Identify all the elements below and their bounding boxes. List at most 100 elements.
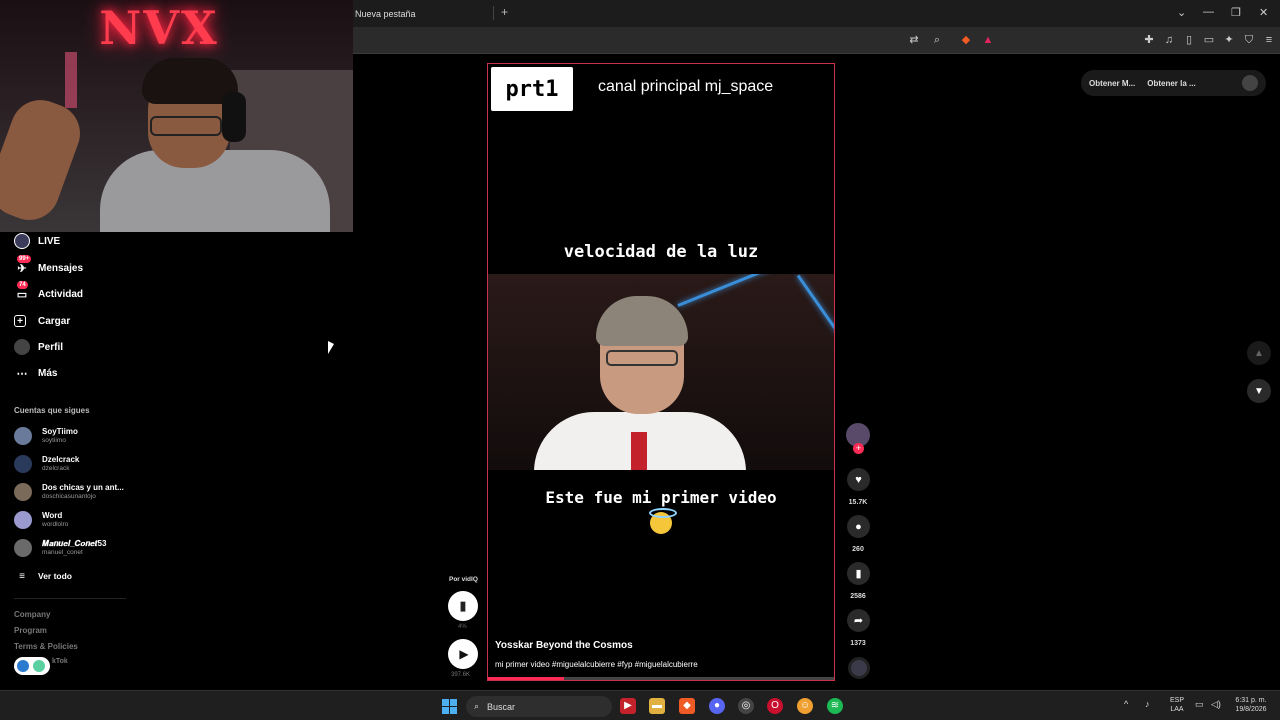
channel-text: canal principal mj_space bbox=[598, 78, 774, 95]
following-item[interactable]: Word wordlolro bbox=[14, 509, 68, 531]
messages-icon: ✈ 99+ bbox=[17, 255, 32, 275]
restore-button[interactable]: ❐ bbox=[1231, 6, 1241, 19]
sidebar-item-upload[interactable]: + Cargar bbox=[14, 310, 70, 332]
brave-rewards-icon[interactable]: ▲ bbox=[981, 33, 995, 47]
see-all-following[interactable]: ≡ Ver todo bbox=[14, 565, 72, 587]
following-name: Dos chicas y un ant... bbox=[42, 483, 124, 492]
sidebar-toggle-icon[interactable]: ▯ bbox=[1182, 33, 1196, 47]
save-button[interactable]: ▮ bbox=[847, 562, 870, 585]
close-window-button[interactable]: ✕ bbox=[1259, 6, 1268, 19]
clock-time: 6:31 p. m. bbox=[1235, 697, 1267, 704]
clock[interactable]: 6:31 p. m. 19/8/2026 bbox=[1228, 696, 1274, 714]
leo-icon[interactable]: ✦ bbox=[1222, 33, 1236, 47]
file-explorer-icon[interactable]: ▬ bbox=[649, 698, 665, 714]
new-tab-button[interactable]: + bbox=[501, 5, 508, 19]
divider bbox=[14, 598, 126, 599]
spotify-icon[interactable]: ≋ bbox=[827, 698, 843, 714]
caption-top: velocidad de la luz bbox=[563, 242, 759, 262]
footer-link-program[interactable]: Program bbox=[14, 626, 47, 635]
microphone-icon[interactable]: ♪ bbox=[1145, 699, 1150, 709]
following-item[interactable]: Dzelcrack dzelcrack bbox=[14, 453, 79, 475]
video-progress-bar[interactable] bbox=[488, 677, 834, 680]
brave-browser-icon[interactable]: ◆ bbox=[679, 698, 695, 714]
brave-shield-icon[interactable]: ◆ bbox=[959, 33, 973, 47]
previous-video-button[interactable]: ▲ bbox=[1247, 341, 1271, 365]
following-name: Dzelcrack bbox=[42, 455, 80, 464]
more-icon: ⋯ bbox=[16, 367, 28, 380]
music-disc-icon[interactable] bbox=[848, 657, 870, 679]
tray-chevron-icon[interactable]: ^ bbox=[1124, 699, 1128, 709]
footer-link-company[interactable]: Company bbox=[14, 610, 50, 619]
footer-copyright: kTok bbox=[52, 658, 68, 665]
video-author[interactable]: Yosskar Beyond the Cosmos bbox=[495, 640, 633, 651]
zoom-icon[interactable]: ⌕ bbox=[930, 33, 944, 47]
activity-icon: ▭ 74 bbox=[16, 281, 28, 301]
search-icon: ⌕ bbox=[474, 701, 480, 711]
vidiq-stats-button[interactable]: ▮ bbox=[448, 591, 478, 621]
minimize-button[interactable]: — bbox=[1203, 6, 1214, 18]
user-avatar[interactable] bbox=[1242, 75, 1258, 91]
extension-widget[interactable] bbox=[14, 657, 50, 675]
sidebar-item-profile[interactable]: Perfil bbox=[14, 336, 63, 358]
video-player[interactable]: prt1 canal principal mj_space velocidad … bbox=[487, 63, 835, 681]
speaker-hair bbox=[596, 296, 688, 346]
windows-start-icon[interactable] bbox=[442, 699, 457, 714]
chat-app-icon[interactable]: ☺ bbox=[797, 698, 813, 714]
vpn-shield-icon[interactable]: ⛉ bbox=[1242, 33, 1256, 47]
sidebar: LIVE ✈ 99+ Mensajes ▭ 74 Actividad + Carga… bbox=[0, 232, 140, 688]
wallet-icon[interactable]: ▭ bbox=[1202, 33, 1216, 47]
language-indicator[interactable]: ESP LAA bbox=[1166, 696, 1188, 714]
extensions-icon[interactable]: ✚ bbox=[1142, 33, 1156, 47]
translate-icon[interactable]: ⇄ bbox=[907, 33, 921, 47]
following-handle: wordlolro bbox=[42, 521, 69, 528]
tab-title: Nueva pestaña bbox=[355, 9, 416, 19]
browser-tab[interactable]: Nueva pestaña bbox=[353, 4, 493, 25]
windows-taskbar: ⌕ Buscar ▶ ▬ ◆ ● ◎ O ☺ ≋ ^ ♪ ESP LAA ▭ ◁… bbox=[0, 690, 1280, 720]
live-icon bbox=[14, 233, 30, 249]
extension-icon bbox=[17, 660, 29, 672]
following-section-title: Cuentas que sigues bbox=[14, 406, 90, 415]
volume-icon[interactable]: ◁) bbox=[1211, 699, 1221, 710]
footer-link-terms[interactable]: Terms & Policies bbox=[14, 642, 78, 651]
discord-icon[interactable]: ● bbox=[709, 698, 725, 714]
following-item[interactable]: SoyTiimo soytiimo bbox=[14, 425, 78, 447]
tab-list-chevron-icon[interactable]: ⌄ bbox=[1177, 6, 1186, 19]
sidebar-item-activity[interactable]: ▭ 74 Actividad bbox=[14, 281, 83, 305]
get-app-mobile-link[interactable]: Obtener la ... bbox=[1147, 79, 1195, 88]
following-handle: soytiimo bbox=[42, 437, 66, 444]
share-icon: ➦ bbox=[853, 615, 864, 627]
chevron-down-icon: ▼ bbox=[1254, 385, 1264, 397]
bar-chart-icon: ▮ bbox=[459, 598, 467, 613]
language-code: ESP bbox=[1169, 697, 1184, 704]
following-item[interactable]: 𝑴𝒂𝒏𝒖𝒆𝒍_𝑪𝒐𝒏𝒆𝒕53 manuel_conet bbox=[14, 537, 106, 559]
list-icon: ≡ bbox=[19, 570, 25, 582]
comment-button[interactable]: ● bbox=[847, 515, 870, 538]
network-icon[interactable]: ▭ bbox=[1195, 699, 1204, 710]
opera-icon[interactable]: O bbox=[767, 698, 783, 714]
extension-icon bbox=[33, 660, 45, 672]
headset bbox=[222, 92, 246, 142]
app-icon[interactable]: ◎ bbox=[738, 698, 754, 714]
share-button[interactable]: ➦ bbox=[847, 609, 870, 632]
sidebar-item-live[interactable]: LIVE bbox=[14, 230, 60, 252]
keyboard-layout: LAA bbox=[1170, 706, 1184, 713]
following-item[interactable]: Dos chicas y un ant... doschicasunantojo bbox=[14, 481, 124, 503]
sidebar-item-more[interactable]: ⋯ Más bbox=[14, 362, 58, 384]
play-button[interactable]: ▶ bbox=[448, 639, 478, 669]
next-video-button[interactable]: ▼ bbox=[1247, 379, 1271, 403]
mouse-cursor bbox=[328, 341, 334, 354]
browser-toolbar: ⇄ ⌕ ◆ ▲ ✚ ♫ ▯ ▭ ✦ ⛉ ≡ bbox=[353, 27, 1280, 54]
following-handle: manuel_conet bbox=[42, 549, 83, 556]
video-description[interactable]: mi primer video #miguelalcubierre #fyp #… bbox=[495, 660, 698, 669]
menu-icon[interactable]: ≡ bbox=[1262, 33, 1276, 47]
sidebar-item-messages[interactable]: ✈ 99+ Mensajes bbox=[14, 255, 83, 279]
taskbar-search-label: Buscar bbox=[487, 701, 516, 712]
comment-icon: ● bbox=[855, 520, 862, 533]
get-app-desktop-link[interactable]: Obtener M... bbox=[1089, 79, 1135, 88]
music-icon[interactable]: ♫ bbox=[1162, 33, 1176, 47]
like-button[interactable]: ♥ bbox=[847, 468, 870, 491]
upload-icon: + bbox=[14, 315, 26, 327]
follow-plus-icon[interactable]: + bbox=[853, 443, 864, 454]
taskbar-search[interactable]: ⌕ Buscar bbox=[466, 696, 612, 717]
youtube-icon[interactable]: ▶ bbox=[620, 698, 636, 714]
